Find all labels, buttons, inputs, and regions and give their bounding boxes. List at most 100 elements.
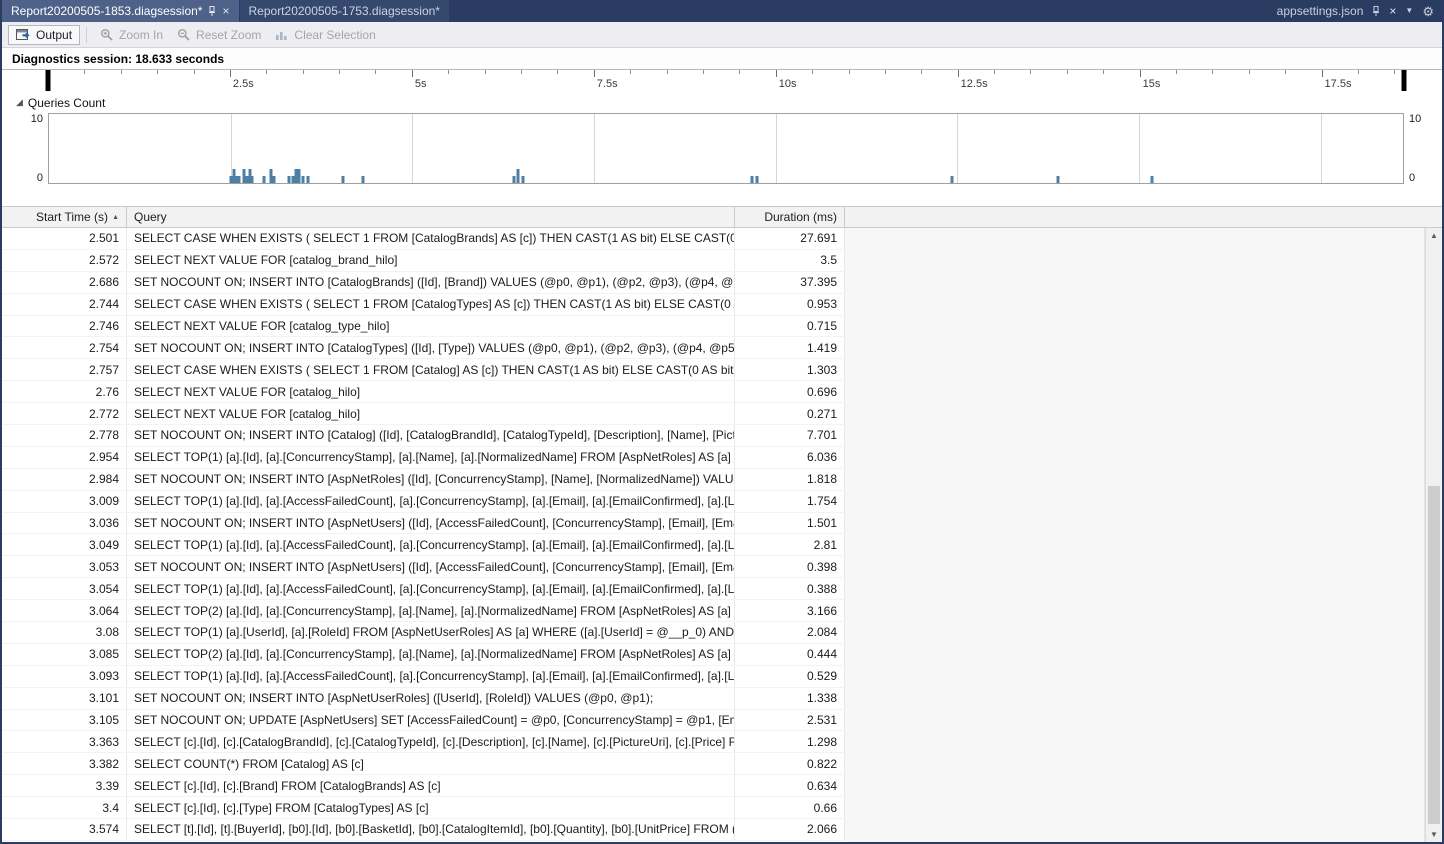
cell-start-time: 3.39 xyxy=(2,775,127,796)
cell-duration: 3.166 xyxy=(735,600,845,621)
cell-duration: 37.395 xyxy=(735,272,845,293)
ruler-tick xyxy=(375,70,376,74)
table-row[interactable]: 3.085SELECT TOP(2) [a].[Id], [a].[Concur… xyxy=(2,644,845,666)
table-row[interactable]: 2.754SET NOCOUNT ON; INSERT INTO [Catalo… xyxy=(2,337,845,359)
table-row[interactable]: 3.053SET NOCOUNT ON; INSERT INTO [AspNet… xyxy=(2,556,845,578)
session-boundary-marker[interactable] xyxy=(46,70,51,91)
vertical-scrollbar[interactable]: ▲ ▼ xyxy=(1425,228,1442,842)
ruler-tick-label: 10s xyxy=(779,78,797,90)
ruler-tick xyxy=(339,70,340,74)
scrollbar-thumb[interactable] xyxy=(1428,486,1440,824)
queries-count-chart[interactable] xyxy=(48,113,1404,184)
chevron-down-icon[interactable]: ▼ xyxy=(1405,7,1413,15)
cell-query: SET NOCOUNT ON; INSERT INTO [CatalogType… xyxy=(127,337,735,358)
close-icon[interactable]: × xyxy=(222,5,229,17)
collapse-triangle-icon[interactable]: ◢ xyxy=(16,97,23,108)
table-row[interactable]: 2.954SELECT TOP(1) [a].[Id], [a].[Concur… xyxy=(2,447,845,469)
ruler-tick xyxy=(230,70,231,77)
table-row[interactable]: 2.757SELECT CASE WHEN EXISTS ( SELECT 1 … xyxy=(2,359,845,381)
close-icon[interactable]: × xyxy=(1389,5,1396,17)
session-boundary-marker[interactable] xyxy=(1402,70,1407,91)
tab-report-1753[interactable]: Report20200505-1753.diagsession* xyxy=(240,0,449,22)
table-row[interactable]: 3.009SELECT TOP(1) [a].[Id], [a].[Access… xyxy=(2,491,845,513)
pin-icon[interactable] xyxy=(208,6,216,17)
gear-icon[interactable]: ⚙ xyxy=(1422,5,1434,18)
table-row[interactable]: 2.686SET NOCOUNT ON; INSERT INTO [Catalo… xyxy=(2,272,845,294)
table-row[interactable]: 3.101SET NOCOUNT ON; INSERT INTO [AspNet… xyxy=(2,688,845,710)
query-count-bar xyxy=(755,176,758,183)
table-row[interactable]: 3.574SELECT [t].[Id], [t].[BuyerId], [b0… xyxy=(2,819,845,841)
ruler-tick xyxy=(1067,70,1068,74)
table-row[interactable]: 2.746SELECT NEXT VALUE FOR [catalog_type… xyxy=(2,316,845,338)
table-row[interactable]: 2.76SELECT NEXT VALUE FOR [catalog_hilo]… xyxy=(2,381,845,403)
tab-appsettings-label[interactable]: appsettings.json xyxy=(1277,4,1364,18)
table-row[interactable]: 3.4SELECT [c].[Id], [c].[Type] FROM [Cat… xyxy=(2,797,845,819)
query-count-bar xyxy=(342,176,345,183)
cell-duration: 0.696 xyxy=(735,381,845,402)
zoom-in-button[interactable]: Zoom In xyxy=(93,26,170,44)
query-table-header: Start Time (s) ▲ Query Duration (ms) xyxy=(2,206,1442,228)
table-row[interactable]: 2.501SELECT CASE WHEN EXISTS ( SELECT 1 … xyxy=(2,228,845,250)
query-count-bar xyxy=(269,169,272,183)
column-header-duration[interactable]: Duration (ms) xyxy=(735,207,845,227)
cell-start-time: 3.574 xyxy=(2,819,127,840)
table-row[interactable]: 2.778SET NOCOUNT ON; INSERT INTO [Catalo… xyxy=(2,425,845,447)
query-count-bar xyxy=(273,176,276,183)
cell-start-time: 2.954 xyxy=(2,447,127,468)
ruler-tick xyxy=(703,70,704,74)
table-row[interactable]: 2.572SELECT NEXT VALUE FOR [catalog_bran… xyxy=(2,250,845,272)
scroll-down-icon[interactable]: ▼ xyxy=(1430,827,1438,842)
zoom-in-label: Zoom In xyxy=(119,28,163,42)
cell-query: SELECT TOP(2) [a].[Id], [a].[Concurrency… xyxy=(127,644,735,665)
table-row[interactable]: 2.772SELECT NEXT VALUE FOR [catalog_hilo… xyxy=(2,403,845,425)
cell-query: SELECT [c].[Id], [c].[Type] FROM [Catalo… xyxy=(127,797,735,818)
table-row[interactable]: 2.744SELECT CASE WHEN EXISTS ( SELECT 1 … xyxy=(2,294,845,316)
table-row[interactable]: 3.39SELECT [c].[Id], [c].[Brand] FROM [C… xyxy=(2,775,845,797)
table-row[interactable]: 3.036SET NOCOUNT ON; INSERT INTO [AspNet… xyxy=(2,513,845,535)
ruler-tick xyxy=(885,70,886,74)
vs-diagnostics-window: Report20200505-1853.diagsession* × Repor… xyxy=(0,0,1444,844)
query-count-bar xyxy=(251,176,254,183)
table-row[interactable]: 3.08SELECT TOP(1) [a].[UserId], [a].[Rol… xyxy=(2,622,845,644)
ruler-tick xyxy=(194,70,195,74)
tab-report-1853[interactable]: Report20200505-1853.diagsession* × xyxy=(2,0,239,22)
cell-query: SELECT NEXT VALUE FOR [catalog_hilo] xyxy=(127,403,735,424)
table-row[interactable]: 3.105SET NOCOUNT ON; UPDATE [AspNetUsers… xyxy=(2,710,845,732)
reset-zoom-button[interactable]: Reset Zoom xyxy=(170,26,268,44)
cell-start-time: 2.754 xyxy=(2,337,127,358)
tab-bar-right-group: appsettings.json × ▼ ⚙ xyxy=(1269,0,1442,22)
cell-start-time: 3.064 xyxy=(2,600,127,621)
cell-query: SELECT CASE WHEN EXISTS ( SELECT 1 FROM … xyxy=(127,359,735,380)
table-row[interactable]: 2.984SET NOCOUNT ON; INSERT INTO [AspNet… xyxy=(2,469,845,491)
query-count-bar xyxy=(287,176,290,183)
output-button-label: Output xyxy=(36,28,72,42)
cell-start-time: 3.085 xyxy=(2,644,127,665)
table-row[interactable]: 3.382SELECT COUNT(*) FROM [Catalog] AS [… xyxy=(2,753,845,775)
column-header-query[interactable]: Query xyxy=(127,207,735,227)
timeline-ruler[interactable]: 2.5s5s7.5s10s12.5s15s17.5s xyxy=(2,69,1442,94)
tab-label: Report20200505-1853.diagsession* xyxy=(11,4,202,18)
cell-query: SELECT TOP(2) [a].[Id], [a].[Concurrency… xyxy=(127,600,735,621)
table-row[interactable]: 3.363SELECT [c].[Id], [c].[CatalogBrandI… xyxy=(2,731,845,753)
query-table-body: 2.501SELECT CASE WHEN EXISTS ( SELECT 1 … xyxy=(2,228,1442,842)
cell-query: SELECT [t].[Id], [t].[BuyerId], [b0].[Id… xyxy=(127,819,735,840)
output-button[interactable]: Output xyxy=(8,25,80,45)
timeline-ruler-track[interactable]: 2.5s5s7.5s10s12.5s15s17.5s xyxy=(48,70,1404,94)
table-row[interactable]: 3.049SELECT TOP(1) [a].[Id], [a].[Access… xyxy=(2,534,845,556)
scroll-up-icon[interactable]: ▲ xyxy=(1430,228,1438,243)
column-header-start-time[interactable]: Start Time (s) ▲ xyxy=(2,207,127,227)
cell-start-time: 3.036 xyxy=(2,513,127,534)
table-row[interactable]: 3.054SELECT TOP(1) [a].[Id], [a].[Access… xyxy=(2,578,845,600)
session-summary-bar: Diagnostics session: 18.633 seconds xyxy=(2,48,1442,69)
cell-start-time: 2.772 xyxy=(2,403,127,424)
table-row[interactable]: 3.064SELECT TOP(2) [a].[Id], [a].[Concur… xyxy=(2,600,845,622)
clear-selection-button[interactable]: Clear Selection xyxy=(268,26,382,44)
table-row[interactable]: 3.093SELECT TOP(1) [a].[Id], [a].[Access… xyxy=(2,666,845,688)
pin-icon[interactable] xyxy=(1372,6,1380,17)
ruler-tick xyxy=(1103,70,1104,74)
cell-query: SET NOCOUNT ON; INSERT INTO [CatalogBran… xyxy=(127,272,735,293)
cell-query: SET NOCOUNT ON; INSERT INTO [AspNetUserR… xyxy=(127,688,735,709)
cell-query: SELECT COUNT(*) FROM [Catalog] AS [c] xyxy=(127,753,735,774)
query-count-bar xyxy=(297,169,300,183)
queries-count-section-header[interactable]: ◢ Queries Count xyxy=(2,94,1442,111)
